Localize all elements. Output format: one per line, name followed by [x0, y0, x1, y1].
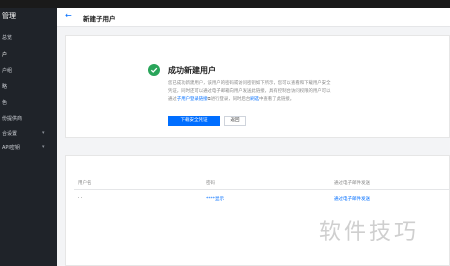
credentials-table-card: 用户名 密码 通过电子邮件发送 · · ****显示 通过电子邮件发送: [65, 155, 450, 266]
table-header-send-email: 通过电子邮件发送: [334, 181, 370, 186]
sidebar-item-api-keys[interactable]: API密钥: [2, 144, 20, 151]
sidebar-item-policies[interactable]: 略: [2, 83, 7, 90]
sidebar-item-user-groups[interactable]: 户组: [2, 67, 12, 74]
chevron-down-icon: ▾: [42, 144, 45, 150]
sidebar: 管理 总览 户 户组 略 色 份提供商 合设置 ▾ API密钥 ▾: [0, 8, 57, 266]
sidebar-item-overview[interactable]: 总览: [2, 34, 12, 41]
desc-text: 进行登录，同时后台: [210, 97, 251, 102]
sidebar-item-roles[interactable]: 色: [2, 99, 7, 106]
table-header-username: 用户名: [78, 181, 92, 186]
chevron-down-icon: ▾: [42, 130, 45, 136]
desc-text: 通过: [168, 97, 177, 102]
return-button[interactable]: 返回: [224, 116, 246, 126]
login-link[interactable]: 子用户登录链接: [177, 97, 208, 102]
check-circle-icon: [148, 64, 160, 76]
sidebar-item-settings[interactable]: 合设置: [2, 130, 17, 137]
sidebar-item-identity-providers[interactable]: 份提供商: [2, 115, 22, 122]
page-title: 新建子用户: [83, 15, 116, 23]
table-header-password: 密码: [206, 181, 215, 186]
download-credentials-button[interactable]: 下载安全凭证: [168, 116, 220, 126]
table-cell-username: · ·: [78, 196, 83, 201]
top-bar: [0, 0, 450, 8]
arrow-left-icon[interactable]: ←: [65, 11, 72, 20]
success-card: 成功新建用户 您已成功新建用户，该用户的密码或访问密钥如下所示，您可以查看和下载…: [65, 35, 450, 138]
sidebar-item-users[interactable]: 户: [2, 51, 7, 58]
success-title: 成功新建用户: [168, 66, 216, 75]
page-header: ← 新建子用户: [57, 8, 450, 27]
watermark: 软件技巧: [319, 220, 420, 245]
filter-link[interactable]: 刷选: [250, 97, 259, 102]
desc-text: 中查看了此链接。: [259, 97, 295, 102]
send-email-link[interactable]: 通过电子邮件发送: [334, 196, 370, 202]
success-desc-line3: 通过子用户登录链接⧉进行登录，同时后台刷选中查看了此链接。: [168, 96, 294, 102]
success-desc-line2: 凭证，同时还可以通过电子邮箱向用户发送此链接，具有控制台访问权限的用户可以: [168, 89, 331, 94]
divider: [74, 189, 450, 190]
success-desc-line1: 您已成功新建用户，该用户的密码或访问密钥如下所示，您可以查看和下载用户安全: [168, 81, 331, 86]
sidebar-title: 管理: [2, 12, 16, 20]
password-show-link[interactable]: ****显示: [206, 196, 224, 202]
